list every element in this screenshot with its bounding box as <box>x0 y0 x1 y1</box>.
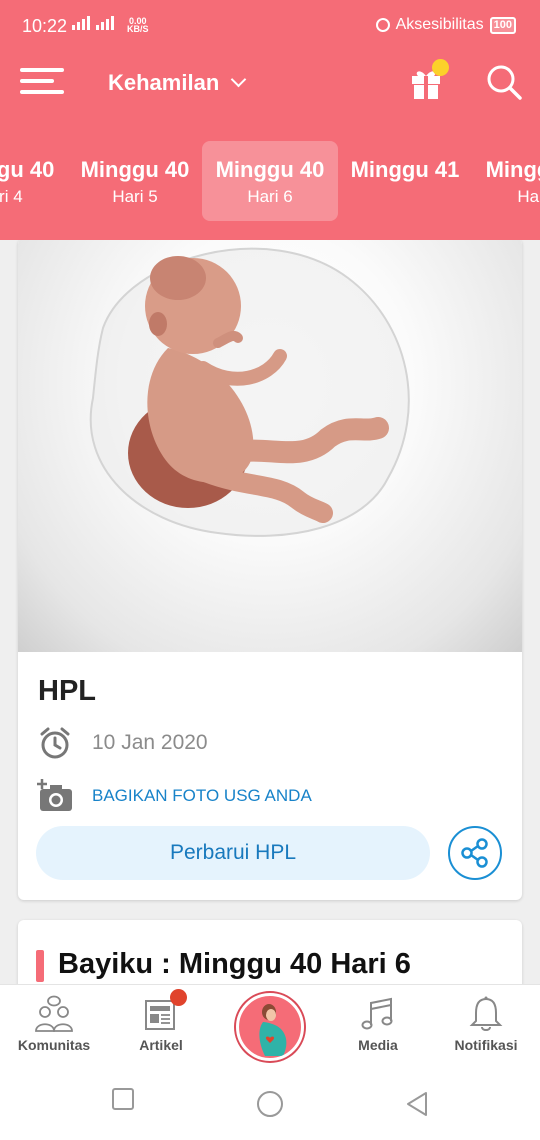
signal-strength-icon <box>72 14 90 30</box>
day-tabs: Minggu 40 Hari 4 Minggu 40 Hari 5 Minggu… <box>0 141 540 223</box>
search-button[interactable] <box>486 64 522 100</box>
day-tab-active[interactable]: Minggu 40 Hari 6 <box>202 141 338 221</box>
status-time: 10:22 <box>22 16 68 36</box>
community-icon <box>35 995 73 1032</box>
chevron-down-icon <box>230 71 247 88</box>
search-icon <box>487 65 522 100</box>
notification-dot <box>432 59 449 76</box>
music-icon <box>361 997 393 1030</box>
hpl-title: HPL <box>38 675 96 707</box>
day-tab-week: Minggu 40 <box>215 157 325 182</box>
day-tab[interactable]: Minggu 40 Hari 5 <box>67 141 203 221</box>
home-button[interactable] <box>256 1090 284 1118</box>
alarm-icon <box>375 18 390 32</box>
signal-icons <box>72 14 114 30</box>
nav-article[interactable]: Artikel <box>111 985 211 1067</box>
baby-week-card[interactable]: Bayiku : Minggu 40 Hari 6 <box>18 920 522 984</box>
fetus-illustration <box>89 247 410 537</box>
bell-icon <box>469 996 503 1031</box>
nav-label: Artikel <box>139 1037 183 1053</box>
menu-button[interactable] <box>20 66 64 96</box>
nav-label: Media <box>358 1037 398 1053</box>
app-header: 10:22 0.00 KB/S Aksesibilitas 100 Kehami… <box>0 0 540 240</box>
nav-media[interactable]: Media <box>328 985 428 1067</box>
day-tab-day: Hari 6 <box>247 187 293 206</box>
signal-strength-icon <box>96 14 114 30</box>
section-accent-bar <box>36 950 44 982</box>
share-usg-photo-link: BAGIKAN FOTO USG ANDA <box>92 786 312 805</box>
hpl-card: HPL 10 Jan 2020 BAGIKAN FOTO USG ANDA Pe… <box>18 240 522 900</box>
menu-icon <box>20 68 64 72</box>
pregnancy-home-button[interactable] <box>236 993 304 1061</box>
nav-label: Notifikasi <box>454 1037 518 1053</box>
share-button[interactable] <box>448 826 502 880</box>
share-icon <box>461 838 488 868</box>
network-speed-unit: KB/S <box>127 24 149 34</box>
pregnancy-icon <box>259 1004 287 1056</box>
accessibility-label: Aksesibilitas <box>395 16 484 33</box>
section-dropdown[interactable]: Kehamilan <box>108 70 247 96</box>
day-tab-day: Hari 1 <box>517 187 540 206</box>
day-tab-day: Hari 4 <box>0 187 23 206</box>
nav-community[interactable]: Komunitas <box>4 985 104 1067</box>
system-navigation-bar <box>0 1066 540 1140</box>
section-title: Kehamilan <box>108 70 220 95</box>
share-usg-photo-button[interactable]: BAGIKAN FOTO USG ANDA <box>36 778 312 814</box>
article-badge <box>170 989 187 1006</box>
due-date: 10 Jan 2020 <box>92 731 208 754</box>
day-tab[interactable]: Minggu 40 Hari 4 <box>0 141 68 221</box>
day-tab-week: Minggu 41 <box>350 157 460 182</box>
day-tab-day: Hari 5 <box>112 187 158 206</box>
status-bar: 10:22 0.00 KB/S Aksesibilitas 100 <box>0 0 540 52</box>
app-screen: 10:22 0.00 KB/S Aksesibilitas 100 Kehami… <box>0 0 540 1140</box>
fetus-image <box>18 240 522 652</box>
nav-label: Komunitas <box>17 1037 91 1053</box>
baby-week-title: Bayiku : Minggu 40 Hari 6 <box>58 948 411 980</box>
update-hpl-button[interactable]: Perbarui HPL <box>36 826 430 880</box>
day-tab-week: Minggu 41 <box>485 157 540 182</box>
day-tab-week: Minggu 40 <box>80 157 190 182</box>
day-tab[interactable]: Minggu 41 <box>337 141 473 221</box>
back-button[interactable] <box>404 1091 430 1117</box>
bottom-navigation: Komunitas Artikel Media Notifikasi <box>0 984 540 1066</box>
due-date-row: 10 Jan 2020 <box>38 726 208 760</box>
battery-icon: 100 <box>489 16 516 34</box>
status-right: Aksesibilitas 100 <box>375 16 516 34</box>
day-tab-week: Minggu 40 <box>0 157 55 182</box>
alarm-clock-icon <box>40 727 70 759</box>
content-scroll[interactable]: HPL 10 Jan 2020 BAGIKAN FOTO USG ANDA Pe… <box>0 240 540 984</box>
add-photo-icon <box>37 779 72 811</box>
network-speed: 0.00 KB/S <box>127 17 149 34</box>
day-tab[interactable]: Minggu 41 Hari 1 <box>472 141 540 221</box>
nav-notification[interactable]: Notifikasi <box>436 985 536 1067</box>
toolbar: Kehamilan <box>0 52 540 116</box>
recent-apps-button[interactable] <box>112 1088 134 1110</box>
